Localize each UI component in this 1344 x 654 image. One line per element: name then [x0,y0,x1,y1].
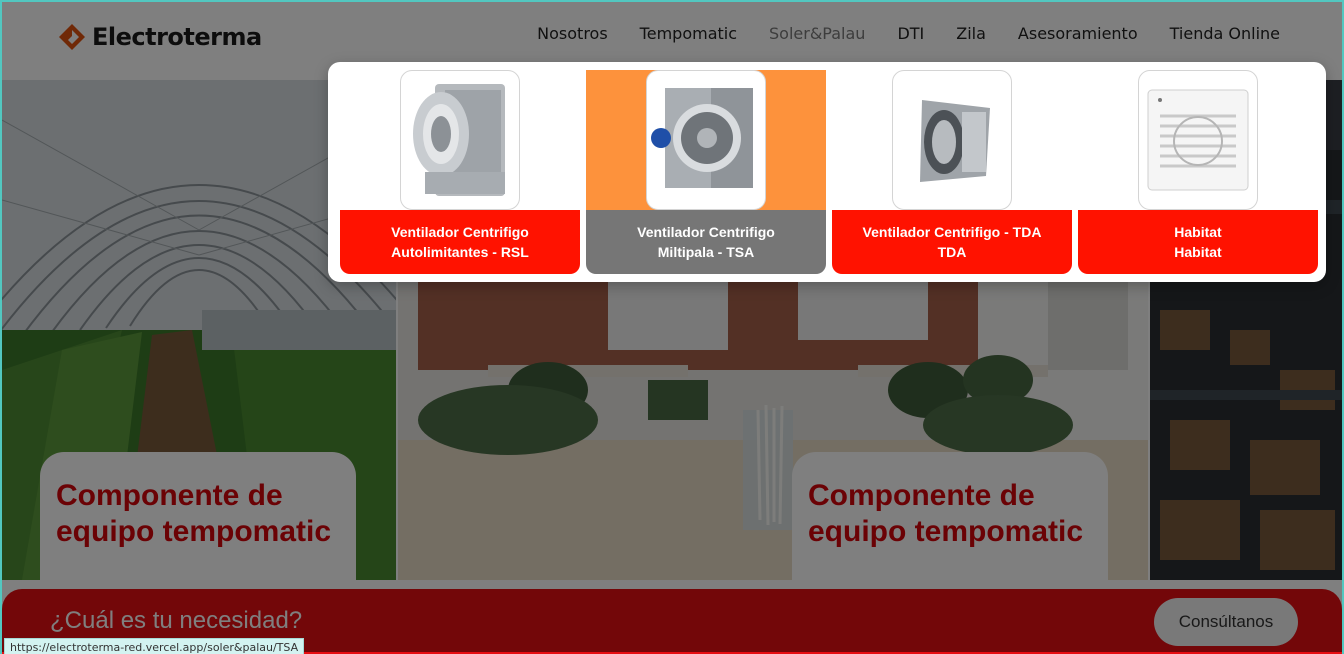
centrifugal-fan-tda-image [892,70,1012,210]
product-image-area [340,70,580,210]
product-card-tsa[interactable]: Ventilador Centrifigo Miltipala - TSA [586,70,826,274]
product-label: Ventilador Centrifigo - TDA TDA [832,210,1072,274]
soler-palau-dropdown: Ventilador Centrifigo Autolimitantes - R… [328,62,1326,282]
product-label: Habitat Habitat [1078,210,1318,274]
centrifugal-fan-rsl-image [400,70,520,210]
product-card-habitat[interactable]: Habitat Habitat [1078,70,1318,274]
browser-status-url: https://electroterma-red.vercel.app/sole… [4,638,305,654]
product-label: Ventilador Centrifigo Miltipala - TSA [586,210,826,274]
centrifugal-fan-tsa-image [646,70,766,210]
product-image-area [1078,70,1318,210]
product-card-tda[interactable]: Ventilador Centrifigo - TDA TDA [832,70,1072,274]
product-card-rsl[interactable]: Ventilador Centrifigo Autolimitantes - R… [340,70,580,274]
product-image-area [832,70,1072,210]
habitat-fan-image [1138,70,1258,210]
product-label: Ventilador Centrifigo Autolimitantes - R… [340,210,580,274]
product-image-area [586,70,826,210]
